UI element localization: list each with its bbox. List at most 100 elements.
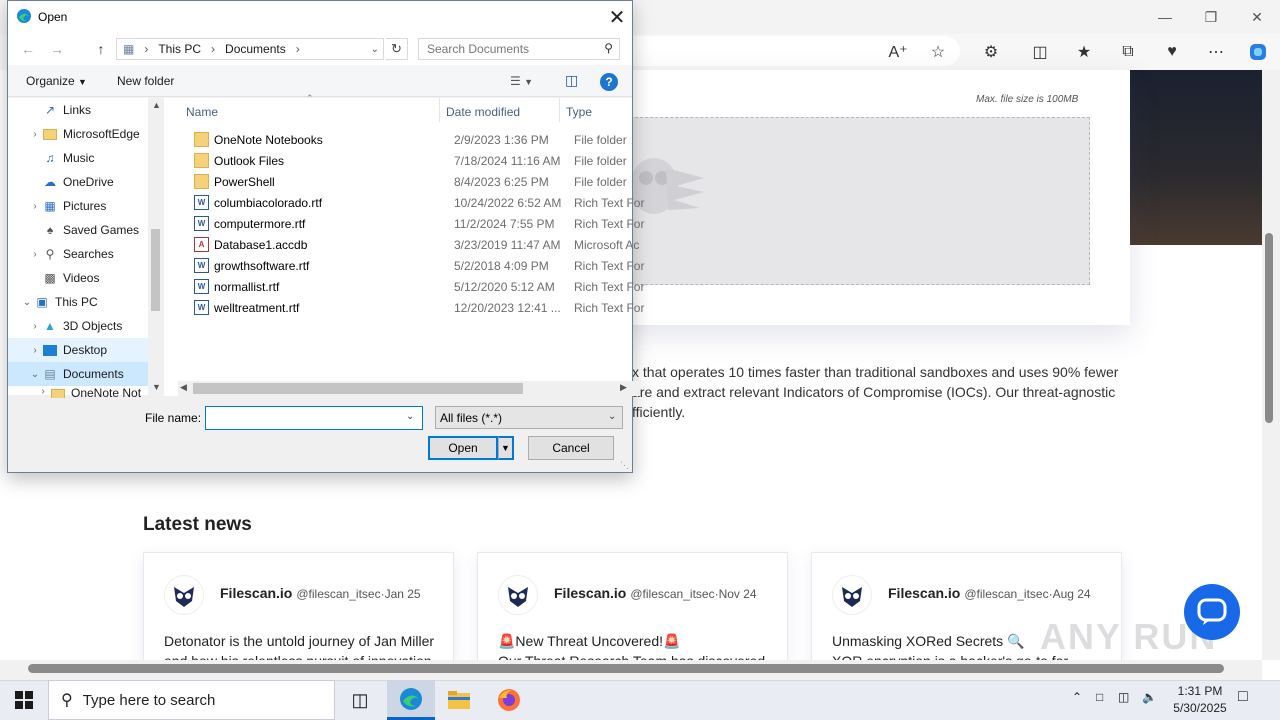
file-row[interactable]: Wnormallist.rtf 5/12/2020 5:12 AM Rich Tex… bbox=[184, 276, 644, 297]
file-type: Rich Text For bbox=[574, 301, 645, 315]
dialog-titlebar bbox=[8, 1, 632, 33]
tree-item-pictures[interactable]: › ▦ Pictures bbox=[8, 194, 148, 218]
chevron-right-icon[interactable]: › bbox=[28, 249, 42, 260]
folder-icon bbox=[194, 132, 209, 147]
tree-item-music[interactable]: ♫ Music bbox=[8, 146, 148, 170]
taskbar-edge[interactable] bbox=[387, 680, 435, 720]
tree-item-this-pc[interactable]: ⌄ ▣ This PC bbox=[8, 290, 148, 314]
volume-icon[interactable]: 🔈 bbox=[1142, 690, 1157, 704]
close-browser-icon[interactable]: ✕ bbox=[1234, 0, 1280, 34]
file-row[interactable]: Outlook Files 7/18/2024 11:16 AM File fold… bbox=[184, 150, 640, 171]
chevron-right-icon[interactable]: › bbox=[28, 201, 42, 212]
file-row[interactable]: Wwelltreatment.rtf 12/20/2023 12:41 ... Ri… bbox=[184, 297, 644, 318]
cancel-button[interactable]: Cancel bbox=[528, 436, 614, 460]
resize-grip-icon[interactable]: ⋱ bbox=[620, 460, 629, 471]
tree-item-searches[interactable]: › ⚲ Searches bbox=[8, 242, 148, 266]
taskbar-clock[interactable]: 1:31 PM 5/30/2025 bbox=[1166, 683, 1234, 717]
news-card[interactable]: Filescan.io @filescan_itsec·Nov 24 🚨New T… bbox=[477, 552, 788, 662]
minimize-icon[interactable]: — bbox=[1142, 0, 1188, 34]
column-name[interactable]: Name bbox=[186, 105, 218, 119]
tree-item-onenote[interactable]: › OneNote Not bbox=[8, 386, 148, 398]
new-folder-button[interactable]: New folder bbox=[117, 74, 174, 88]
rtf-document-icon: W bbox=[194, 195, 209, 210]
column-separator[interactable] bbox=[439, 98, 440, 122]
breadcrumb-separator-icon: › bbox=[144, 42, 149, 56]
refresh-icon[interactable]: ↻ bbox=[386, 38, 408, 60]
file-name-dropdown-icon[interactable]: ⌄ bbox=[406, 411, 414, 422]
network-icon[interactable]: ◫ bbox=[1118, 690, 1129, 704]
chevron-down-icon[interactable]: ⌄ bbox=[20, 297, 34, 308]
scroll-left-icon[interactable]: ◀ bbox=[180, 382, 187, 393]
column-date-modified[interactable]: Date modified bbox=[446, 105, 520, 119]
favorite-star-icon[interactable]: ☆ bbox=[924, 40, 952, 64]
file-row[interactable]: A Database1.accdb 3/23/2019 11:47 AM Micros… bbox=[184, 234, 640, 255]
up-arrow-icon[interactable]: ↑ bbox=[90, 39, 112, 59]
chevron-right-icon[interactable]: › bbox=[36, 386, 50, 397]
scroll-up-icon[interactable]: ▲ bbox=[152, 100, 161, 110]
breadcrumb-dropdown-icon[interactable]: ⌄ bbox=[371, 44, 379, 55]
file-row[interactable]: Wgrowthsoftware.rtf 5/2/2018 4:09 PM Rich … bbox=[184, 255, 644, 276]
read-aloud-icon[interactable]: A⁺ bbox=[884, 40, 912, 64]
taskbar-file-explorer[interactable] bbox=[435, 680, 483, 720]
chevron-right-icon[interactable]: › bbox=[28, 345, 42, 356]
help-icon[interactable]: ? bbox=[600, 73, 618, 91]
task-view-icon[interactable]: ◫ bbox=[336, 680, 384, 720]
tree-item-desktop[interactable]: › Desktop bbox=[8, 338, 148, 362]
breadcrumb-documents[interactable]: Documents bbox=[225, 42, 286, 56]
start-button[interactable] bbox=[0, 680, 48, 720]
tree-item-saved-games[interactable]: ♠ Saved Games bbox=[8, 218, 148, 242]
description-line: fficiently. bbox=[632, 404, 686, 420]
breadcrumb-this-pc[interactable]: This PC bbox=[158, 42, 201, 56]
tree-item-documents[interactable]: ⌄ ▤ Documents bbox=[8, 362, 148, 386]
file-type-select[interactable]: All files (*.*) bbox=[435, 406, 623, 429]
split-screen-icon[interactable]: ◫ bbox=[1026, 40, 1054, 64]
file-type-dropdown-icon[interactable]: ⌄ bbox=[608, 411, 616, 422]
tree-scroll-thumb[interactable] bbox=[151, 229, 160, 311]
view-options-icon[interactable]: ☰ ▼ bbox=[510, 74, 533, 88]
chevron-down-icon[interactable]: ⌄ bbox=[28, 369, 42, 380]
chevron-right-icon[interactable]: › bbox=[28, 129, 42, 140]
favorites-icon[interactable]: ★ bbox=[1070, 40, 1098, 64]
file-row[interactable]: PowerShell 8/4/2023 6:25 PM File folder bbox=[184, 171, 640, 192]
open-split-dropdown-icon[interactable]: ▼ bbox=[498, 436, 514, 460]
tree-item-3d-objects[interactable]: › ▲ 3D Objects bbox=[8, 314, 148, 338]
browser-essentials-icon[interactable]: ♥ bbox=[1158, 40, 1186, 64]
tree-item-links[interactable]: ↗ Links bbox=[8, 98, 148, 122]
file-list-scroll-thumb[interactable] bbox=[193, 383, 523, 394]
page-vertical-scroll-thumb[interactable] bbox=[1265, 233, 1273, 423]
page-horizontal-scroll-thumb[interactable] bbox=[28, 664, 1224, 673]
chevron-right-icon[interactable]: › bbox=[28, 321, 42, 332]
tree-item-onedrive[interactable]: ☁ OneDrive bbox=[8, 170, 148, 194]
more-menu-icon[interactable]: ⋯ bbox=[1202, 40, 1230, 64]
column-type[interactable]: Type bbox=[566, 105, 592, 119]
file-row[interactable]: Wcolumbiacolorado.rtf 10/24/2022 6:52 AM R… bbox=[184, 192, 644, 213]
desktop-icon bbox=[42, 342, 58, 358]
chat-button[interactable] bbox=[1184, 584, 1240, 640]
tray-overflow-icon[interactable]: ⌃ bbox=[1072, 690, 1082, 704]
notification-icon[interactable]: □ bbox=[1238, 688, 1248, 706]
tree-item-videos[interactable]: ▩ Videos bbox=[8, 266, 148, 290]
organize-menu[interactable]: Organize ▼ bbox=[26, 74, 87, 88]
news-card[interactable]: Filescan.io @filescan_itsec·Jan 25 Detona… bbox=[143, 552, 454, 662]
file-row[interactable]: OneNote Notebooks 2/9/2023 1:36 PM File fo… bbox=[184, 129, 640, 150]
column-separator[interactable] bbox=[559, 98, 560, 122]
open-button[interactable]: Open bbox=[428, 436, 498, 460]
breadcrumb[interactable]: ▦ › This PC › Documents › ⌄ bbox=[116, 38, 384, 60]
scroll-right-icon[interactable]: ▶ bbox=[620, 382, 627, 393]
tray-app-icon[interactable]: □ bbox=[1096, 690, 1103, 704]
search-documents-input[interactable]: Search Documents ⚲ bbox=[418, 38, 620, 60]
collections-icon[interactable]: ⧉ bbox=[1114, 40, 1142, 64]
dialog-close-icon[interactable]: ✕ bbox=[604, 4, 630, 30]
file-row[interactable]: Wcomputermore.rtf 11/2/2024 7:55 PM Rich T… bbox=[184, 213, 644, 234]
back-arrow-icon[interactable]: ← bbox=[17, 39, 39, 59]
extensions-icon[interactable]: ⚙ bbox=[977, 40, 1005, 64]
forward-arrow-icon[interactable]: → bbox=[46, 39, 68, 59]
restore-icon[interactable]: ❐ bbox=[1188, 0, 1234, 34]
taskbar-search-box[interactable]: ⚲ Type here to search bbox=[48, 680, 335, 720]
preview-pane-icon[interactable]: ◫ bbox=[565, 72, 578, 89]
taskbar-firefox[interactable] bbox=[485, 680, 533, 720]
file-name-input[interactable] bbox=[205, 406, 423, 430]
scroll-down-icon[interactable]: ▼ bbox=[152, 382, 161, 392]
copilot-icon[interactable] bbox=[1244, 40, 1272, 64]
tree-item-microsoftedge[interactable]: › MicrosoftEdge bbox=[8, 122, 148, 146]
